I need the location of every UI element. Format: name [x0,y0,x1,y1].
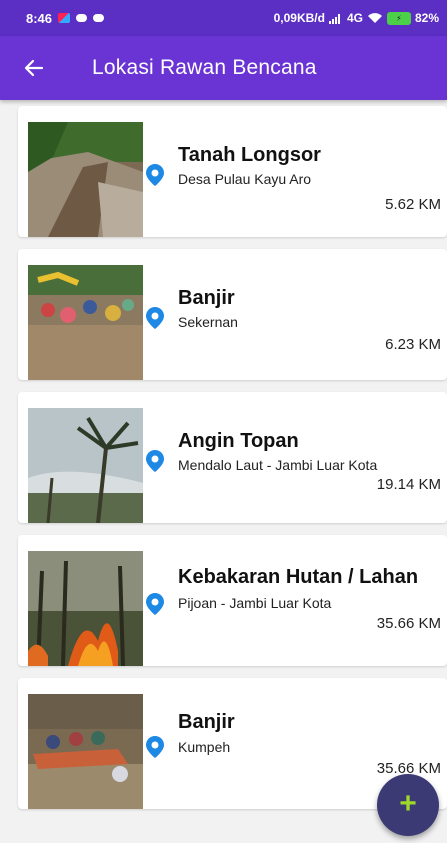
location-card[interactable]: Kebakaran Hutan / Lahan Pijoan - Jambi L… [18,535,447,666]
plus-icon: + [399,787,417,820]
location-pin-icon [146,593,164,615]
storm-image [28,408,143,523]
add-location-button[interactable]: + [377,774,439,836]
forest-fire-image [28,551,143,666]
arrow-left-icon [24,59,44,77]
flood-image [28,694,143,809]
battery-icon: ⚡ [386,11,411,25]
location-distance: 6.23 KM [385,336,441,353]
location-distance: 5.62 KM [385,196,441,213]
location-place: Desa Pulau Kayu Aro [178,171,312,187]
location-photo [28,122,143,237]
notification-icon [58,13,71,23]
location-name: Banjir [178,711,235,733]
network-speed: 0,09KB/d [273,11,325,25]
location-pin-icon [146,450,164,472]
back-button[interactable] [6,36,62,100]
flood-image [28,265,143,380]
notification-icon [93,14,105,22]
signal-label: 4G [346,11,363,25]
location-card[interactable]: Tanah Longsor Desa Pulau Kayu Aro 5.62 K… [18,106,447,237]
page-title: Lokasi Rawan Bencana [92,56,317,79]
location-card[interactable]: Banjir Sekernan 6.23 KM [18,249,447,380]
location-name: Banjir [178,287,235,309]
location-pin-icon [146,164,164,186]
location-pin-icon [146,736,164,758]
location-distance: 35.66 KM [376,615,441,632]
signal-icon [328,13,340,24]
app-bar: Lokasi Rawan Bencana [0,36,447,100]
location-name: Tanah Longsor [178,144,321,166]
location-distance: 19.14 KM [376,476,441,493]
location-card[interactable]: Angin Topan Mendalo Laut - Jambi Luar Ko… [18,392,447,523]
location-pin-icon [146,307,164,329]
location-name: Angin Topan [178,430,299,452]
location-place: Kumpeh [178,739,231,755]
wifi-icon [367,13,382,23]
location-place: Pijoan - Jambi Luar Kota [178,595,332,611]
battery-level: 82% [414,11,439,25]
location-photo [28,694,143,809]
location-place: Sekernan [178,314,238,330]
location-name: Kebakaran Hutan / Lahan [178,566,419,588]
status-bar: 8:46 0,09KB/d 4G ⚡ 82% [0,0,447,36]
location-photo [28,408,143,523]
location-place: Mendalo Laut - Jambi Luar Kota [178,457,378,473]
location-photo [28,551,143,666]
landslide-image [28,122,143,237]
notification-icon [76,14,88,22]
location-photo [28,265,143,380]
status-time: 8:46 [26,10,53,26]
